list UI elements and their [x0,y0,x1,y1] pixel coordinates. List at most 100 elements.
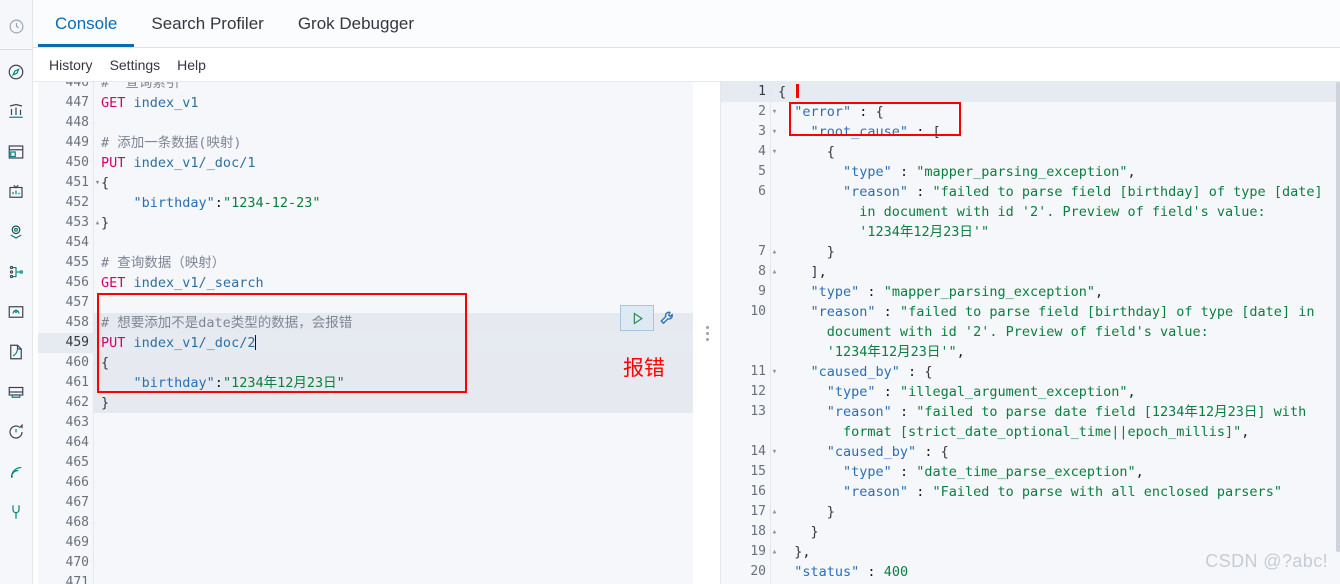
code-line[interactable]: '1234年12月23日'", [771,342,1340,362]
code-token: } [826,504,835,520]
code-line[interactable]: '1234年12月23日'" [771,222,1340,242]
line-number: 458 [65,315,89,330]
code-line[interactable]: ], [771,262,1340,282]
code-token: "error" [794,104,852,120]
response-scrollbar[interactable] [1336,82,1340,552]
code-line[interactable]: "caused_by" : { [771,442,1340,462]
code-line[interactable]: "type" : "illegal_argument_exception", [771,382,1340,402]
code-line[interactable]: } [771,242,1340,262]
code-line[interactable]: } [94,393,693,413]
code-line[interactable]: } [771,522,1340,542]
dashboard-icon[interactable] [0,92,33,132]
send-request-button[interactable] [620,305,654,331]
submenu-item-settings[interactable]: Settings [110,57,161,73]
code-line[interactable] [94,433,693,453]
dev-tools-icon[interactable] [0,492,33,532]
code-line[interactable]: "reason" : "Failed to parse with all enc… [771,482,1340,502]
discover-icon[interactable] [0,52,33,92]
infrastructure-icon[interactable] [0,292,33,332]
code-line[interactable]: }, [771,542,1340,562]
canvas-icon[interactable] [0,132,33,172]
response-viewer-pane[interactable]: 1▾2▾3▾4▾ 5 6 7▴8▴ 9 10 11▾ 12 13 14▾ 15 16 17▴18▴19▴… [721,82,1340,584]
siem-icon[interactable] [0,452,33,492]
code-line[interactable] [94,453,693,473]
code-token: "type" [843,464,892,480]
code-line[interactable]: "type" : "mapper_parsing_exception", [771,162,1340,182]
code-line[interactable]: { [771,142,1340,162]
code-line[interactable]: # 查询数据（映射） [94,253,693,273]
tab-grok-debugger[interactable]: Grok Debugger [281,0,431,47]
line-number [721,322,770,342]
code-token: "type" [810,284,860,300]
code-line[interactable]: "caused_by" : { [771,362,1340,382]
code-line[interactable] [94,513,693,533]
code-line[interactable]: } [771,502,1340,522]
code-line[interactable]: "birthday":"1234年12月23日" [94,373,693,393]
code-line[interactable]: # 查询索引 [94,82,693,93]
code-line[interactable]: { [94,353,693,373]
code-line[interactable]: format [strict_date_optional_time||epoch… [771,422,1340,442]
code-line[interactable]: "type" : "mapper_parsing_exception", [771,282,1340,302]
code-line[interactable]: # 添加一条数据(映射) [94,133,693,153]
submenu-item-history[interactable]: History [49,57,93,73]
apm-icon[interactable] [0,372,33,412]
tab-search-profiler[interactable]: Search Profiler [134,0,280,47]
visualize-icon[interactable] [0,172,33,212]
code-line[interactable] [94,413,693,433]
code-line[interactable]: # 想要添加不是date类型的数据，会报错 [94,313,693,333]
code-line[interactable]: "birthday":"1234-12-23" [94,193,693,213]
code-line[interactable]: "status" : 400 [771,562,1340,582]
machine-learning-icon[interactable] [0,252,33,292]
recently-viewed-icon[interactable] [0,6,33,46]
code-line[interactable]: { [771,82,1340,102]
code-line[interactable]: "type" : "date_time_parse_exception", [771,462,1340,482]
code-line[interactable] [94,233,693,253]
wrench-icon[interactable] [656,305,680,331]
submenu-item-help[interactable]: Help [177,57,206,73]
code-line[interactable]: GET index_v1/_search [94,273,693,293]
code-line[interactable]: PUT index_v1/_doc/1 [94,153,693,173]
code-token: : [916,444,941,460]
code-line[interactable]: "reason" : "failed to parse field [birth… [771,302,1340,322]
maps-icon[interactable] [0,212,33,252]
code-token: "caused_by" [826,444,917,460]
code-line[interactable]: PUT index_v1/_doc/2 [94,333,693,353]
line-number [721,222,770,242]
request-editor-lines[interactable]: # 查询索引 GET index_v1 # 添加一条数据(映射) PUT index_… [94,82,693,584]
response-viewer[interactable]: 1▾2▾3▾4▾ 5 6 7▴8▴ 9 10 11▾ 12 13 14▾ 15 16 17▴18▴19▴… [721,82,1340,584]
code-token: "root_cause" [810,124,909,140]
code-token: : [859,284,884,300]
code-token: index_v1/_doc/1 [133,155,256,171]
tab-console[interactable]: Console [38,0,135,47]
logs-icon[interactable] [0,332,33,372]
line-number: 456 [65,275,89,290]
response-viewer-lines[interactable]: { "error" : { "root_cause" : [ { "type" … [771,82,1340,584]
code-line[interactable] [94,473,693,493]
code-line[interactable]: "reason" : "failed to parse date field [… [771,402,1340,422]
code-line[interactable]: "root_cause" : [ [771,122,1340,142]
pane-resize-handle[interactable] [693,82,721,584]
code-line[interactable] [94,553,693,573]
code-line[interactable] [94,573,693,584]
code-line[interactable] [94,533,693,553]
code-line[interactable]: { [94,173,693,193]
code-line[interactable]: } [94,213,693,233]
line-number: 13 [750,404,766,419]
code-line[interactable] [94,493,693,513]
request-editor-pane[interactable]: 446 447 448 449 450 451 ▾ 452 453 ▴ 454 455 456 457 45… [33,82,693,584]
code-line[interactable]: in document with id '2'. Preview of fiel… [771,202,1340,222]
code-line[interactable]: GET index_v1 [94,93,693,113]
code-line[interactable] [94,113,693,133]
text-caret [255,335,257,350]
code-line[interactable]: "error" : { [771,102,1340,122]
code-line[interactable]: document with id '2'. Preview of field's… [771,322,1340,342]
uptime-icon[interactable] [0,412,33,452]
request-editor[interactable]: 446 447 448 449 450 451 ▾ 452 453 ▴ 454 455 456 457 45… [38,82,693,584]
code-line[interactable]: "reason" : "failed to parse field [birth… [771,182,1340,202]
line-number: 17 ▴ [721,502,777,522]
code-line[interactable] [94,293,693,313]
